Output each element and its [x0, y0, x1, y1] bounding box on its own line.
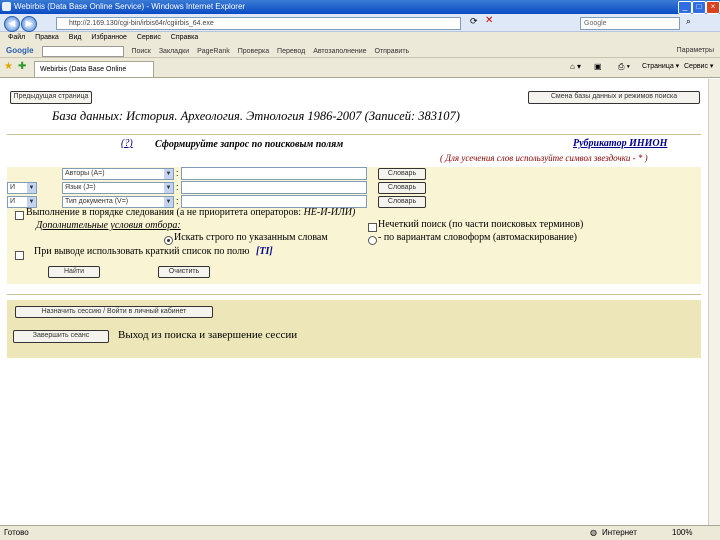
strict-search-label: Искать строго по указанным словам: [174, 232, 328, 243]
order-option-label: Выполнение в порядке следования (а не пр…: [26, 207, 355, 218]
stop-icon[interactable]: ✕: [485, 15, 493, 26]
google-item-pagerank[interactable]: PageRank: [197, 44, 230, 59]
chevron-down-icon: ▼: [164, 169, 173, 179]
menu-edit[interactable]: Правка: [35, 32, 59, 43]
tab-webirbis[interactable]: Webirbis (Data Base Online Service): [34, 61, 154, 88]
search-placeholder: Google: [584, 20, 607, 27]
internet-zone-label: Интернет: [602, 528, 637, 537]
wordform-search-label: - по вариантам словоформ (автомаскирован…: [378, 232, 577, 243]
operator-select-2[interactable]: И ▼: [7, 182, 37, 194]
field-select-3-value: Тип документа (V=): [65, 198, 129, 205]
operator-select-2-value: И: [10, 184, 16, 191]
refresh-icon[interactable]: ⟳: [470, 16, 478, 27]
order-checkbox[interactable]: [15, 211, 24, 220]
order-option-ops: НЕ-И-ИЛИ): [303, 207, 356, 218]
field-select-1-value: Авторы (A=): [65, 170, 105, 177]
divider: [7, 134, 701, 135]
chevron-down-icon: ▼: [164, 197, 173, 207]
field-select-2[interactable]: Язык (J=) ▼: [62, 182, 174, 194]
internet-zone-icon: ◍: [590, 528, 597, 537]
feeds-icon[interactable]: ▣: [594, 62, 602, 71]
favorites-star-icon[interactable]: ★: [4, 61, 13, 72]
google-item-bookmarks[interactable]: Закладки: [159, 44, 189, 59]
chevron-down-icon: ▼: [164, 183, 173, 193]
search-icon[interactable]: ⌕: [686, 16, 691, 27]
window-titlebar: Webirbis (Data Base Online Service) - Wi…: [0, 0, 720, 14]
strict-search-radio[interactable]: [164, 236, 173, 245]
home-icon[interactable]: ⌂ ▾: [570, 62, 581, 71]
close-button[interactable]: ×: [706, 1, 720, 14]
truncation-hint: ( Для усечения слов используйте символ з…: [440, 153, 648, 163]
short-list-field: [TI]: [256, 246, 273, 257]
zoom-level[interactable]: 100%: [672, 526, 692, 540]
field-select-2-value: Язык (J=): [65, 184, 96, 191]
colon-label: :: [176, 196, 179, 206]
colon-label: :: [176, 182, 179, 192]
dictionary-button-3[interactable]: Словарь: [378, 196, 426, 208]
extra-conditions-label: Дополнительные условия отбора:: [36, 220, 181, 231]
fuzzy-search-checkbox[interactable]: [368, 223, 377, 232]
tools-menu-button[interactable]: Сервис ▾: [684, 62, 713, 70]
search-term-input-1[interactable]: [181, 167, 367, 180]
dictionary-button-1[interactable]: Словарь: [378, 168, 426, 180]
menu-bar: Файл Правка Вид Избранное Сервис Справка: [0, 32, 720, 43]
divider: [7, 294, 701, 295]
window-title: Webirbis (Data Base Online Service) - Wi…: [14, 2, 246, 11]
print-icon[interactable]: ⎙ ▾: [618, 62, 630, 72]
chevron-down-icon: ▼: [27, 197, 36, 207]
short-list-text: При выводе использовать краткий список п…: [34, 246, 250, 257]
address-bar[interactable]: http://2.169.130/cgi-bin/irbis64r/cgiirb…: [56, 17, 461, 30]
forward-button[interactable]: ▶: [21, 16, 37, 32]
ie-app-icon: [2, 2, 11, 11]
google-item-send[interactable]: Отправить: [374, 44, 409, 59]
dictionary-button-2[interactable]: Словарь: [378, 182, 426, 194]
clear-button[interactable]: Очистить: [158, 266, 210, 278]
fuzzy-search-label: Нечеткий поиск (по части поисковых терми…: [378, 219, 584, 230]
chevron-down-icon: ▼: [27, 183, 36, 193]
search-term-input-2[interactable]: [181, 181, 367, 194]
rubricator-link[interactable]: Рубрикатор ИНИОН: [573, 138, 667, 149]
minimize-button[interactable]: _: [678, 1, 692, 14]
menu-tools[interactable]: Сервис: [137, 32, 161, 43]
back-button[interactable]: ◀: [4, 16, 20, 32]
help-link[interactable]: (?): [121, 138, 133, 149]
status-bar: Готово ◍ Интернет 100%: [0, 525, 720, 540]
google-item-check[interactable]: Проверка: [238, 44, 269, 59]
change-db-button[interactable]: Смена базы данных и режимов поиска: [528, 91, 700, 104]
session-button[interactable]: Назначить сессию / Войти в личный кабине…: [15, 306, 213, 318]
tab-bar: ★ ✚ Webirbis (Data Base Online Service) …: [0, 58, 720, 88]
google-item-search[interactable]: Поиск: [131, 44, 150, 59]
google-logo: Google: [6, 46, 34, 55]
menu-favorites[interactable]: Избранное: [91, 32, 126, 43]
form-title: Сформируйте запрос по поисковым полям: [155, 139, 344, 150]
prev-page-button[interactable]: Предыдущая страница: [10, 91, 92, 104]
menu-help[interactable]: Справка: [171, 32, 198, 43]
address-toolbar: ◀ ▶ http://2.169.130/cgi-bin/irbis64r/cg…: [0, 14, 720, 32]
add-favorite-icon[interactable]: ✚: [18, 61, 26, 72]
exit-text: Выход из поиска и завершение сессии: [118, 329, 298, 341]
operator-select-3-value: И: [10, 198, 16, 205]
db-title: База данных: История. Археология. Этноло…: [52, 109, 460, 123]
colon-label: :: [176, 168, 179, 178]
google-search-input[interactable]: [41, 45, 124, 57]
find-button[interactable]: Найти: [48, 266, 100, 278]
order-option-text: Выполнение в порядке следования (а не пр…: [26, 207, 302, 218]
google-item-autofill[interactable]: Автозаполнение: [313, 44, 366, 59]
page-menu-button[interactable]: Страница ▾: [642, 62, 679, 70]
menu-view[interactable]: Вид: [69, 32, 82, 43]
field-select-1[interactable]: Авторы (A=) ▼: [62, 168, 174, 180]
vertical-scrollbar[interactable]: [708, 79, 720, 525]
wordform-search-radio[interactable]: [368, 236, 377, 245]
short-list-checkbox[interactable]: [15, 251, 24, 260]
address-url: http://2.169.130/cgi-bin/irbis64r/cgiirb…: [69, 20, 214, 27]
short-list-label: При выводе использовать краткий список п…: [34, 246, 273, 257]
google-toolbar: Google Поиск Закладки PageRank Проверка …: [0, 43, 720, 58]
google-item-settings[interactable]: Параметры: [677, 43, 714, 58]
maximize-button[interactable]: □: [692, 1, 706, 14]
status-text: Готово: [4, 528, 29, 537]
search-input[interactable]: Google: [580, 17, 680, 30]
menu-file[interactable]: Файл: [8, 32, 25, 43]
google-item-translate[interactable]: Перевод: [277, 44, 305, 59]
finish-session-button[interactable]: Завершить сеанс: [13, 330, 109, 343]
